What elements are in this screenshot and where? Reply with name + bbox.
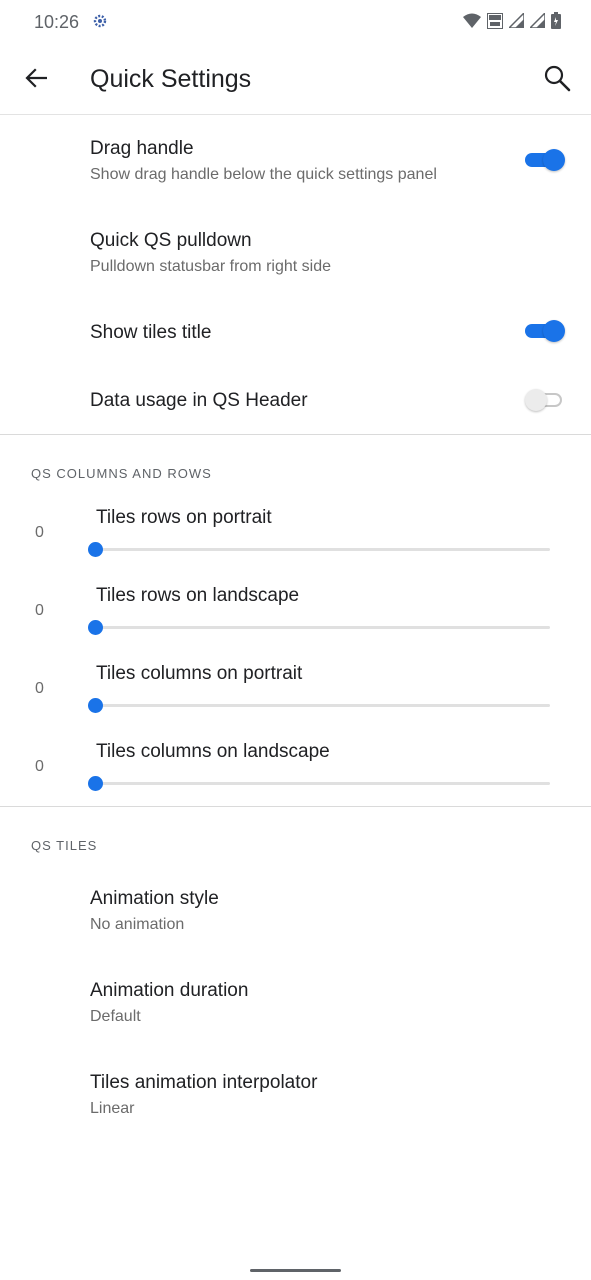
- divider: [0, 806, 591, 807]
- app-bar: Quick Settings: [0, 46, 591, 115]
- slider-thumb[interactable]: [88, 776, 103, 791]
- pref-title: Quick QS pulldown: [90, 230, 252, 251]
- signal-icon: [530, 13, 545, 28]
- slider-title: Tiles columns on landscape: [96, 741, 330, 762]
- pref-drag-handle[interactable]: Drag handle Show drag handle below the q…: [0, 126, 591, 210]
- slider-tiles-rows-landscape: 0 Tiles rows on landscape: [0, 578, 591, 656]
- slider-tiles-columns-portrait: 0 Tiles columns on portrait: [0, 656, 591, 734]
- battery-icon: [551, 12, 561, 29]
- divider: [0, 434, 591, 435]
- volte-icon: [487, 12, 503, 29]
- slider-track[interactable]: [96, 704, 550, 707]
- section-header-qs-tiles: QS TILES: [31, 838, 98, 853]
- search-icon: [544, 65, 571, 92]
- slider-thumb[interactable]: [88, 698, 103, 713]
- pref-title: Show tiles title: [90, 322, 212, 343]
- settings-gear-icon: [92, 13, 108, 29]
- wifi-icon: [463, 13, 481, 29]
- slider-value: 0: [35, 758, 44, 775]
- pref-quick-qs-pulldown[interactable]: Quick QS pulldown Pulldown statusbar fro…: [0, 218, 591, 302]
- page-title: Quick Settings: [90, 65, 252, 93]
- slider-thumb[interactable]: [88, 620, 103, 635]
- pref-title: Tiles animation interpolator: [90, 1072, 318, 1093]
- slider-title: Tiles rows on portrait: [96, 507, 272, 528]
- status-bar: 10:26: [0, 0, 591, 46]
- slider-track[interactable]: [96, 626, 550, 629]
- pref-summary: Default: [90, 1008, 141, 1025]
- slider-value: 0: [35, 602, 44, 619]
- signal-icon: [509, 13, 524, 28]
- pref-summary: Show drag handle below the quick setting…: [90, 166, 437, 183]
- status-icons: [463, 12, 561, 29]
- pref-summary: Linear: [90, 1100, 135, 1117]
- back-arrow-icon: [25, 68, 47, 88]
- gesture-nav-handle[interactable]: [250, 1269, 341, 1272]
- pref-animation-style[interactable]: Animation style No animation: [0, 876, 591, 960]
- pref-title: Drag handle: [90, 138, 194, 159]
- slider-tiles-columns-landscape: 0 Tiles columns on landscape: [0, 734, 591, 812]
- slider-tiles-rows-portrait: 0 Tiles rows on portrait: [0, 500, 591, 578]
- slider-title: Tiles rows on landscape: [96, 585, 300, 606]
- slider-track[interactable]: [96, 548, 550, 551]
- back-button[interactable]: [16, 56, 56, 100]
- drag-handle-switch[interactable]: [525, 149, 567, 171]
- pref-title: Animation style: [90, 888, 219, 909]
- pref-title: Animation duration: [90, 980, 249, 1001]
- pref-summary: No animation: [90, 916, 185, 933]
- pref-summary: Pulldown statusbar from right side: [90, 258, 331, 275]
- pref-data-usage-qs-header[interactable]: Data usage in QS Header: [0, 378, 591, 434]
- slider-value: 0: [35, 680, 44, 697]
- section-header-columns-rows: QS COLUMNS AND ROWS: [31, 466, 212, 481]
- pref-animation-duration[interactable]: Animation duration Default: [0, 968, 591, 1052]
- slider-title: Tiles columns on portrait: [96, 663, 303, 684]
- pref-tiles-animation-interpolator[interactable]: Tiles animation interpolator Linear: [0, 1060, 591, 1144]
- pref-title: Data usage in QS Header: [90, 390, 308, 411]
- search-button[interactable]: [535, 56, 579, 100]
- slider-track[interactable]: [96, 782, 550, 785]
- data-usage-switch[interactable]: [525, 389, 567, 411]
- pref-show-tiles-title[interactable]: Show tiles title: [0, 310, 591, 370]
- slider-value: 0: [35, 524, 44, 541]
- status-time: 10:26: [34, 12, 80, 32]
- show-tiles-title-switch[interactable]: [525, 320, 567, 342]
- slider-thumb[interactable]: [88, 542, 103, 557]
